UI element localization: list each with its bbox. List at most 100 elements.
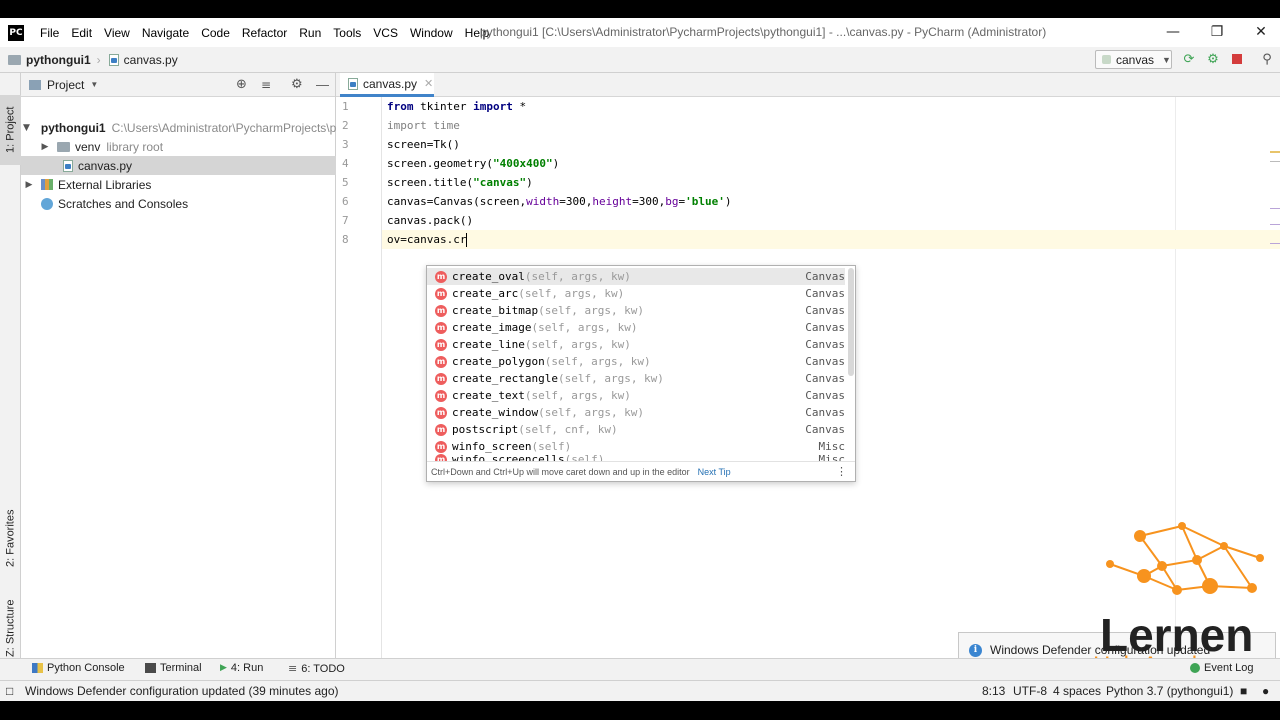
method-icon: m xyxy=(435,440,447,453)
search-icon[interactable]: ⚲ xyxy=(1259,51,1275,67)
run-icon: ▶ xyxy=(220,663,227,673)
library-icon xyxy=(41,179,53,190)
python-file-icon xyxy=(108,53,119,66)
completion-item-type: Canvas xyxy=(805,270,845,283)
menu-refactor[interactable]: Refactor xyxy=(236,26,293,40)
collapse-arrow-icon[interactable]: ▶ xyxy=(23,180,35,190)
debug-icon[interactable]: ⚙ xyxy=(1205,51,1221,67)
tree-item-scratches[interactable]: Scratches and Consoles xyxy=(21,194,336,213)
more-options-icon[interactable]: ⋮ xyxy=(836,465,847,478)
completion-item-name: create_polygon xyxy=(452,355,545,368)
python-console-label: Python Console xyxy=(47,662,125,674)
project-panel-title[interactable]: Project xyxy=(47,78,84,92)
completion-item[interactable]: m create_rectangle (self, args, kw) Canvas xyxy=(427,370,845,387)
status-message[interactable]: Windows Defender configuration updated (… xyxy=(25,684,339,698)
tab-favorites-tool[interactable]: 2: Favorites xyxy=(0,498,21,578)
status-toggle-icon[interactable]: □ xyxy=(6,684,13,698)
run-config-select[interactable]: canvas ▼ xyxy=(1095,50,1172,69)
current-line-highlight xyxy=(382,230,1280,249)
breadcrumb-project[interactable]: pythongui1 xyxy=(8,53,91,67)
lock-icon[interactable]: ■ xyxy=(1240,684,1247,698)
tree-item-path: C:\Users\Administrator\PycharmProjects\p… xyxy=(111,120,336,135)
python-console-button[interactable]: Python Console xyxy=(32,662,125,674)
breadcrumb-file-label: canvas.py xyxy=(123,52,178,67)
tab-canvas-py[interactable]: canvas.py ✕ xyxy=(340,73,434,97)
collapse-arrow-icon[interactable]: ▶ xyxy=(39,142,51,152)
menu-run[interactable]: Run xyxy=(293,26,327,40)
close-window-icon[interactable]: ✕ xyxy=(1246,22,1276,42)
chevron-down-icon[interactable]: ▼ xyxy=(90,80,98,89)
line-number: 8 xyxy=(342,233,349,246)
menu-tools[interactable]: Tools xyxy=(327,26,367,40)
event-log-button[interactable]: Event Log xyxy=(1190,662,1254,674)
completion-item[interactable]: m create_window (self, args, kw) Canvas xyxy=(427,404,845,421)
method-icon: m xyxy=(435,372,447,385)
error-stripe-marker xyxy=(1270,208,1280,209)
menu-edit[interactable]: Edit xyxy=(65,26,98,40)
completion-item-type: Canvas xyxy=(805,406,845,419)
caret-position[interactable]: 8:13 xyxy=(982,684,1005,698)
tab-structure-tool[interactable]: Z: Structure xyxy=(0,593,21,663)
tree-item-external-libraries[interactable]: ▶ External Libraries xyxy=(21,175,336,194)
left-tool-stripe: 1: Project 2: Favorites Z: Structure xyxy=(0,73,21,658)
completion-item-type: Canvas xyxy=(805,389,845,402)
line-number: 5 xyxy=(342,176,349,189)
maximize-icon[interactable]: ❐ xyxy=(1202,22,1232,42)
completion-item-signature: (self, args, kw) xyxy=(524,270,631,283)
stop-icon[interactable] xyxy=(1229,51,1245,67)
close-tab-icon[interactable]: ✕ xyxy=(424,77,433,90)
breadcrumb-file[interactable]: canvas.py xyxy=(108,52,178,67)
project-panel: Project ▼ ⊕ ≡ ⚙ — ▼ pythongui1 C:\Users\… xyxy=(21,73,336,658)
completion-item-signature: (self, args, kw) xyxy=(524,389,631,402)
completion-item[interactable]: m create_arc (self, args, kw) Canvas xyxy=(427,285,845,302)
indent-setting[interactable]: 4 spaces xyxy=(1053,684,1101,698)
run-label: 4: Run xyxy=(230,662,264,674)
tree-item-project-root[interactable]: ▼ pythongui1 C:\Users\Administrator\Pych… xyxy=(21,118,336,137)
hide-panel-icon[interactable]: — xyxy=(316,77,329,92)
completion-footer: Ctrl+Down and Ctrl+Up will move caret do… xyxy=(427,461,855,481)
completion-item[interactable]: m create_bitmap (self, args, kw) Canvas xyxy=(427,302,845,319)
todo-button[interactable]: ≡ 6: TODO xyxy=(288,662,345,675)
completion-item-name: create_arc xyxy=(452,287,519,300)
tree-item-venv[interactable]: ▶ venv library root xyxy=(21,137,336,156)
menu-file[interactable]: File xyxy=(34,26,65,40)
method-icon: m xyxy=(435,389,447,402)
completion-item-signature: (self, args, kw) xyxy=(524,338,631,351)
run-button[interactable]: ▶ 4: Run xyxy=(220,662,263,674)
todo-icon: ≡ xyxy=(288,662,298,675)
completion-item[interactable]: m create_line (self, args, kw) Canvas xyxy=(427,336,845,353)
tab-label: canvas.py xyxy=(363,76,418,91)
completion-item[interactable]: m create_image (self, args, kw) Canvas xyxy=(427,319,845,336)
locate-icon[interactable]: ⊕ xyxy=(236,77,247,92)
code-line-8: ov=canvas.cr xyxy=(387,233,468,247)
inspector-icon[interactable]: ● xyxy=(1262,684,1269,698)
python-interpreter[interactable]: Python 3.7 (pythongui1) xyxy=(1106,684,1233,698)
rerun-icon[interactable]: ⟳ xyxy=(1181,51,1197,67)
expand-arrow-icon[interactable]: ▼ xyxy=(23,123,30,133)
menu-navigate[interactable]: Navigate xyxy=(136,26,195,40)
completion-item[interactable]: m create_text (self, args, kw) Canvas xyxy=(427,387,845,404)
menu-code[interactable]: Code xyxy=(195,26,236,40)
gear-icon[interactable]: ⚙ xyxy=(291,77,303,92)
menu-vcs[interactable]: VCS xyxy=(367,26,404,40)
method-icon: m xyxy=(435,406,447,419)
completion-scrollbar[interactable] xyxy=(848,268,854,376)
next-tip-link[interactable]: Next Tip xyxy=(698,467,731,477)
tree-item-canvas-py[interactable]: canvas.py xyxy=(21,156,336,175)
terminal-button[interactable]: Terminal xyxy=(145,662,202,674)
minimize-icon[interactable]: — xyxy=(1158,22,1188,42)
navigation-bar: pythongui1 › canvas.py canvas ▼ ⟳ ⚙ ⚲ xyxy=(0,47,1280,73)
completion-item[interactable]: m postscript (self, cnf, kw) Canvas xyxy=(427,421,845,438)
menu-window[interactable]: Window xyxy=(404,26,459,40)
menu-view[interactable]: View xyxy=(98,26,136,40)
line-number: 6 xyxy=(342,195,349,208)
tab-project-tool[interactable]: 1: Project xyxy=(0,95,21,165)
file-encoding[interactable]: UTF-8 xyxy=(1013,684,1047,698)
collapse-all-icon[interactable]: ≡ xyxy=(261,78,271,92)
code-completion-popup[interactable]: m create_oval (self, args, kw) Canvas m creat… xyxy=(426,265,856,482)
run-config-label: canvas xyxy=(1116,52,1155,67)
python-console-icon xyxy=(32,663,43,673)
completion-item[interactable]: m create_oval (self, args, kw) Canvas xyxy=(427,268,845,285)
completion-item[interactable]: m create_polygon (self, args, kw) Canvas xyxy=(427,353,845,370)
ide-window: PC File Edit View Navigate Code Refactor… xyxy=(0,18,1280,701)
